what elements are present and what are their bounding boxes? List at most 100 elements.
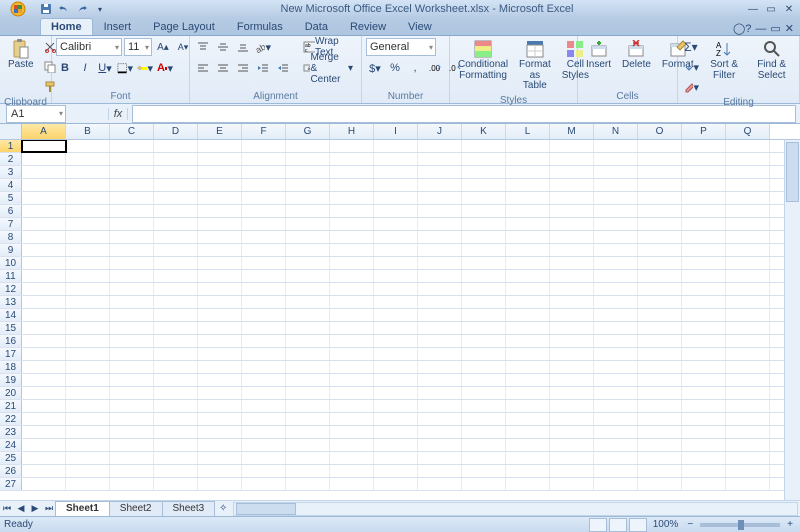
column-header[interactable]: E	[198, 124, 242, 139]
cell[interactable]	[506, 283, 550, 295]
cell[interactable]	[594, 322, 638, 334]
cell[interactable]	[506, 192, 550, 204]
zoom-out-icon[interactable]: −	[684, 519, 696, 530]
cell[interactable]	[22, 218, 66, 230]
fill-icon[interactable]: ▾	[682, 58, 700, 76]
cell[interactable]	[638, 153, 682, 165]
cell[interactable]	[286, 348, 330, 360]
autosum-icon[interactable]: Σ▾	[682, 38, 700, 56]
insert-cells-button[interactable]: Insert	[582, 38, 615, 73]
cell[interactable]	[726, 439, 770, 451]
cell[interactable]	[286, 244, 330, 256]
cell[interactable]	[286, 400, 330, 412]
cell[interactable]	[550, 192, 594, 204]
cell[interactable]	[506, 439, 550, 451]
cell[interactable]	[462, 452, 506, 464]
cell[interactable]	[22, 465, 66, 477]
cell[interactable]	[550, 322, 594, 334]
mdi-close-icon[interactable]: ✕	[785, 22, 794, 35]
cell[interactable]	[462, 335, 506, 347]
cell[interactable]	[374, 348, 418, 360]
cell[interactable]	[550, 179, 594, 191]
cell[interactable]	[66, 270, 110, 282]
cell[interactable]	[242, 192, 286, 204]
cell[interactable]	[594, 348, 638, 360]
office-button[interactable]	[0, 0, 36, 18]
fill-color-button[interactable]: ▾	[136, 59, 154, 77]
cell[interactable]	[22, 335, 66, 347]
row-header[interactable]: 4	[0, 179, 22, 191]
cell[interactable]	[198, 322, 242, 334]
cell[interactable]	[22, 140, 66, 152]
cell[interactable]	[154, 439, 198, 451]
delete-cells-button[interactable]: Delete	[618, 38, 655, 73]
cell[interactable]	[286, 413, 330, 425]
cell[interactable]	[242, 413, 286, 425]
cell[interactable]	[462, 296, 506, 308]
cell[interactable]	[418, 361, 462, 373]
cell[interactable]	[154, 413, 198, 425]
row-header[interactable]: 17	[0, 348, 22, 360]
cell[interactable]	[726, 374, 770, 386]
cell[interactable]	[506, 426, 550, 438]
row-header[interactable]: 12	[0, 283, 22, 295]
cell[interactable]	[198, 413, 242, 425]
cell[interactable]	[330, 452, 374, 464]
cell[interactable]	[418, 205, 462, 217]
row-header[interactable]: 2	[0, 153, 22, 165]
zoom-slider[interactable]	[700, 523, 780, 527]
decrease-indent-icon[interactable]	[254, 59, 272, 77]
zoom-in-icon[interactable]: +	[784, 519, 796, 530]
cell[interactable]	[550, 218, 594, 230]
cell[interactable]	[66, 218, 110, 230]
cell[interactable]	[66, 231, 110, 243]
cell[interactable]	[594, 257, 638, 269]
cell[interactable]	[374, 309, 418, 321]
cell[interactable]	[550, 270, 594, 282]
cell[interactable]	[374, 218, 418, 230]
cell[interactable]	[726, 465, 770, 477]
cell[interactable]	[154, 166, 198, 178]
horizontal-scroll-thumb[interactable]	[236, 503, 296, 515]
cell[interactable]	[462, 309, 506, 321]
cell[interactable]	[66, 465, 110, 477]
cell[interactable]	[110, 309, 154, 321]
cell[interactable]	[286, 465, 330, 477]
tab-page-layout[interactable]: Page Layout	[142, 18, 226, 35]
cell[interactable]	[638, 452, 682, 464]
cell[interactable]	[726, 283, 770, 295]
sheet-tab[interactable]: Sheet3	[162, 501, 216, 516]
cell[interactable]	[242, 400, 286, 412]
cell[interactable]	[726, 478, 770, 490]
align-bottom-icon[interactable]	[234, 38, 252, 56]
cell[interactable]	[110, 205, 154, 217]
cell[interactable]	[330, 192, 374, 204]
cell[interactable]	[22, 387, 66, 399]
cell[interactable]	[638, 348, 682, 360]
cell[interactable]	[330, 205, 374, 217]
grow-font-icon[interactable]: A▴	[154, 38, 172, 56]
row-header[interactable]: 20	[0, 387, 22, 399]
cell[interactable]	[66, 283, 110, 295]
cell[interactable]	[242, 361, 286, 373]
cell[interactable]	[286, 335, 330, 347]
cell[interactable]	[638, 400, 682, 412]
column-header[interactable]: M	[550, 124, 594, 139]
cell[interactable]	[330, 153, 374, 165]
cell[interactable]	[374, 166, 418, 178]
cell[interactable]	[682, 465, 726, 477]
cell[interactable]	[550, 166, 594, 178]
cell[interactable]	[66, 452, 110, 464]
cell[interactable]	[330, 439, 374, 451]
cell[interactable]	[154, 452, 198, 464]
row-header[interactable]: 6	[0, 205, 22, 217]
row-header[interactable]: 8	[0, 231, 22, 243]
cell[interactable]	[110, 140, 154, 152]
cell[interactable]	[330, 465, 374, 477]
column-header[interactable]: H	[330, 124, 374, 139]
cell[interactable]	[330, 140, 374, 152]
cell[interactable]	[550, 153, 594, 165]
align-top-icon[interactable]	[194, 38, 212, 56]
cell[interactable]	[198, 166, 242, 178]
cell[interactable]	[550, 413, 594, 425]
